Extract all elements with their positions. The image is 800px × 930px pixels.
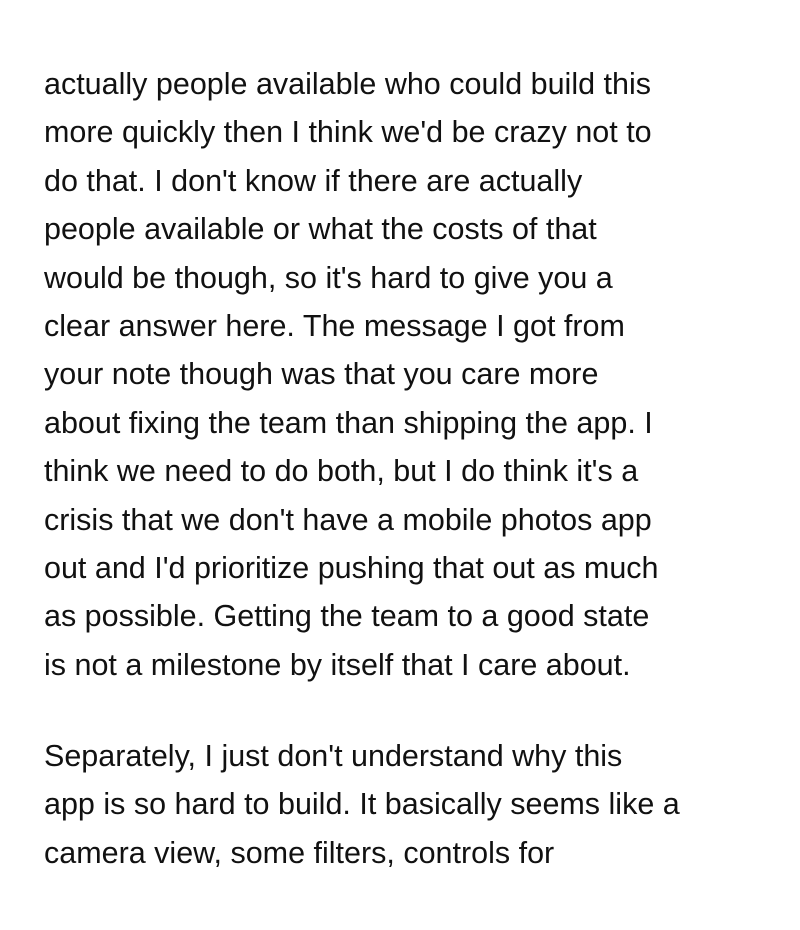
text-line: out and I'd prioritize pushing that out …: [44, 550, 659, 585]
text-line: clear answer here. The message I got fro…: [44, 308, 625, 343]
text-line: your note though was that you care more: [44, 357, 599, 392]
text-line: actually people available who could buil…: [44, 67, 652, 101]
text-line: camera view, some filters, controls for: [44, 835, 555, 870]
text-line: do that. I don't know if there are actua…: [44, 163, 583, 198]
paragraph-1: actually people available who could buil…: [44, 60, 784, 689]
text-line: think we need to do both, but I do think…: [44, 454, 639, 489]
text-line: more quickly then I think we'd be crazy …: [44, 115, 652, 150]
text-line: would be though, so it's hard to give yo…: [44, 260, 613, 295]
text-line: about fixing the team than shipping the …: [44, 405, 653, 440]
text-line: app is so hard to build. It basically se…: [44, 787, 680, 822]
text-line: is not a milestone by itself that I care…: [44, 647, 631, 682]
document-page: actually people available who could buil…: [0, 0, 800, 930]
text-line: crisis that we don't have a mobile photo…: [44, 502, 652, 537]
text-line: people available or what the costs of th…: [44, 212, 597, 247]
text-line: as possible. Getting the team to a good …: [44, 599, 650, 634]
paragraph-2: Separately, I just don't understand why …: [44, 732, 784, 877]
text-line: Separately, I just don't understand why …: [44, 739, 623, 773]
